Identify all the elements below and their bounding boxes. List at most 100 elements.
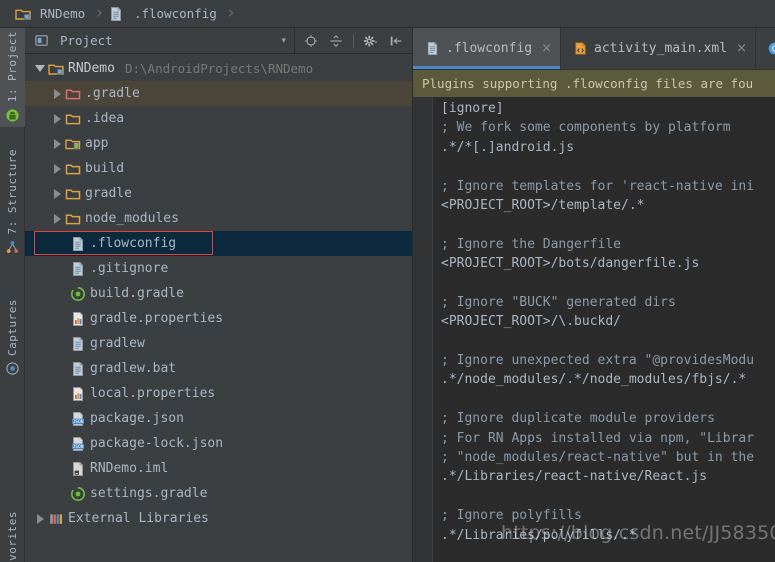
tree-node-local-properties[interactable]: local.properties — [25, 381, 412, 406]
hide-icon[interactable] — [388, 33, 404, 49]
breadcrumb-item-project[interactable]: RNDemo — [14, 0, 89, 28]
tree-node-label: RNDemo.iml — [90, 461, 169, 476]
tab-flowconfig[interactable]: .flowconfig × — [413, 28, 561, 69]
tree-node-rndemo-iml[interactable]: RNDemo.iml — [25, 456, 412, 481]
folder-icon — [64, 210, 81, 227]
tree-node-build[interactable]: build — [25, 156, 412, 181]
chevron-right-icon[interactable] — [50, 162, 64, 176]
folder-icon — [64, 185, 81, 202]
tree-node-gradlew[interactable]: gradlew — [25, 331, 412, 356]
toolbar-separator — [353, 33, 354, 48]
code-line: ; We fork some components by platform — [441, 120, 731, 136]
tree-node-package-lock-json[interactable]: JSON package-lock.json — [25, 431, 412, 456]
tab-label: .flowconfig — [446, 41, 533, 56]
main-body: 1: Project 7: Structure Captures 2: Favo… — [0, 27, 775, 562]
tree-node-rndemo[interactable]: RNDemo D:\AndroidProjects\RNDemo — [25, 56, 412, 81]
breadcrumb-label-file: .flowconfig — [133, 6, 217, 21]
tree-node-package-json[interactable]: JSON package.json — [25, 406, 412, 431]
tree-node-label: .gradle — [85, 86, 140, 101]
sidebar-item-structure[interactable]: 7: Structure — [0, 146, 25, 259]
gear-icon[interactable] — [363, 33, 379, 49]
sidebar-item-favorites[interactable]: 2: Favorites — [0, 508, 25, 562]
properties-icon — [69, 310, 86, 327]
plugin-notification-bar[interactable]: Plugins supporting .flowconfig files are… — [413, 70, 775, 97]
sidebar-item-favorites-label: 2: Favorites — [6, 511, 19, 562]
tree-node-node-modules[interactable]: node_modules — [25, 206, 412, 231]
file-icon — [108, 5, 125, 22]
code-line: ; Ignore duplicate module providers — [441, 411, 715, 427]
tab-activity-main-xml[interactable]: activity_main.xml × — [561, 28, 756, 69]
chevron-down-icon[interactable]: ▾ — [281, 36, 286, 46]
tree-node-app[interactable]: app — [25, 131, 412, 156]
tree-node-label: gradle — [85, 186, 132, 201]
sidebar-item-project[interactable]: 1: Project — [0, 28, 25, 128]
sidebar-item-captures[interactable]: Captures — [0, 296, 25, 381]
editor-gutter[interactable] — [413, 97, 433, 562]
project-view-icon — [33, 32, 50, 49]
chevron-right-icon[interactable] — [50, 112, 64, 126]
tree-node-label: app — [85, 136, 109, 151]
code-line: <PROJECT_ROOT>/bots/dangerfile.js — [441, 256, 700, 272]
gradle-icon — [69, 285, 86, 302]
close-icon[interactable]: × — [541, 42, 552, 55]
tree-node-gradle-dir[interactable]: .gradle — [25, 81, 412, 106]
close-icon[interactable]: × — [736, 42, 747, 55]
code-line: <PROJECT_ROOT>/template/.* — [441, 197, 645, 213]
tree-node-label: local.properties — [90, 386, 216, 401]
scroll-from-source-icon[interactable] — [303, 33, 319, 49]
tree-node-gradle[interactable]: gradle — [25, 181, 412, 206]
tree-node-external-libraries[interactable]: External Libraries — [25, 506, 412, 531]
tree-node-gitignore[interactable]: .gitignore — [25, 256, 412, 281]
chevron-right-icon[interactable] — [33, 512, 47, 526]
tree-node-gradle-properties[interactable]: gradle.properties — [25, 306, 412, 331]
module-folder-icon — [14, 5, 31, 22]
breadcrumb-item-file[interactable]: .flowconfig — [108, 0, 221, 28]
properties-icon — [69, 385, 86, 402]
code-line: <PROJECT_ROOT>/\.buckd/ — [441, 314, 622, 330]
notification-message: Plugins supporting .flowconfig files are… — [422, 76, 754, 91]
tool-window-strip: 1: Project 7: Structure Captures 2: Favo… — [0, 28, 25, 562]
chevron-right-icon[interactable] — [50, 87, 64, 101]
tree-node-label: .gitignore — [90, 261, 169, 276]
collapse-all-icon[interactable] — [328, 33, 344, 49]
tree-node-label: build — [85, 161, 125, 176]
sidebar-item-captures-label: Captures — [6, 299, 19, 356]
code-line: .*/Libraries/react-native/React.js — [441, 469, 708, 485]
tree-node-idea[interactable]: .idea — [25, 106, 412, 131]
editor-area: .flowconfig × activity_main.xml × Plugin… — [413, 28, 775, 562]
chevron-right-icon[interactable] — [50, 137, 64, 151]
chevron-down-icon[interactable] — [33, 62, 47, 76]
tree-node-settings-gradle[interactable]: settings.gradle — [25, 481, 412, 506]
project-tree[interactable]: RNDemo D:\AndroidProjects\RNDemo .gradle — [25, 54, 412, 562]
tree-node-build-gradle[interactable]: build.gradle — [25, 281, 412, 306]
code-line: .*/node_modules/.*/node_modules/fbjs/.* — [441, 372, 747, 388]
editor-tab-bar: .flowconfig × activity_main.xml × — [413, 28, 775, 70]
tree-node-label: package.json — [90, 411, 184, 426]
chevron-right-icon[interactable] — [50, 212, 64, 226]
file-icon — [69, 235, 86, 252]
project-panel-toolbar — [294, 27, 412, 54]
code-line: .*/Libraries/polyfills/.* — [441, 527, 637, 543]
folder-icon — [64, 110, 81, 127]
breadcrumb-label-project: RNDemo — [40, 6, 86, 21]
android-module-icon — [64, 135, 81, 152]
chevron-right-icon[interactable] — [50, 187, 64, 201]
gradle-icon — [69, 485, 86, 502]
tree-node-flowconfig[interactable]: .flowconfig — [25, 231, 412, 256]
code-editor[interactable]: [ignore] ; We fork some components by pl… — [413, 97, 775, 562]
code-content[interactable]: [ignore] ; We fork some components by pl… — [433, 97, 775, 562]
tree-node-gradlew-bat[interactable]: gradlew.bat — [25, 356, 412, 381]
tab-main-activity[interactable]: C Ma — [756, 28, 775, 69]
project-view-selector[interactable]: Project ▾ — [33, 32, 294, 49]
ide-window: RNDemo › .flowconfig › 1: Project 7: Str… — [0, 0, 775, 562]
structure-icon — [5, 239, 21, 255]
excluded-folder-icon — [64, 85, 81, 102]
tree-node-label: node_modules — [85, 211, 179, 226]
code-line: .*/*[.]android.js — [441, 139, 575, 155]
code-line: ; Ignore polyfills — [441, 508, 582, 524]
